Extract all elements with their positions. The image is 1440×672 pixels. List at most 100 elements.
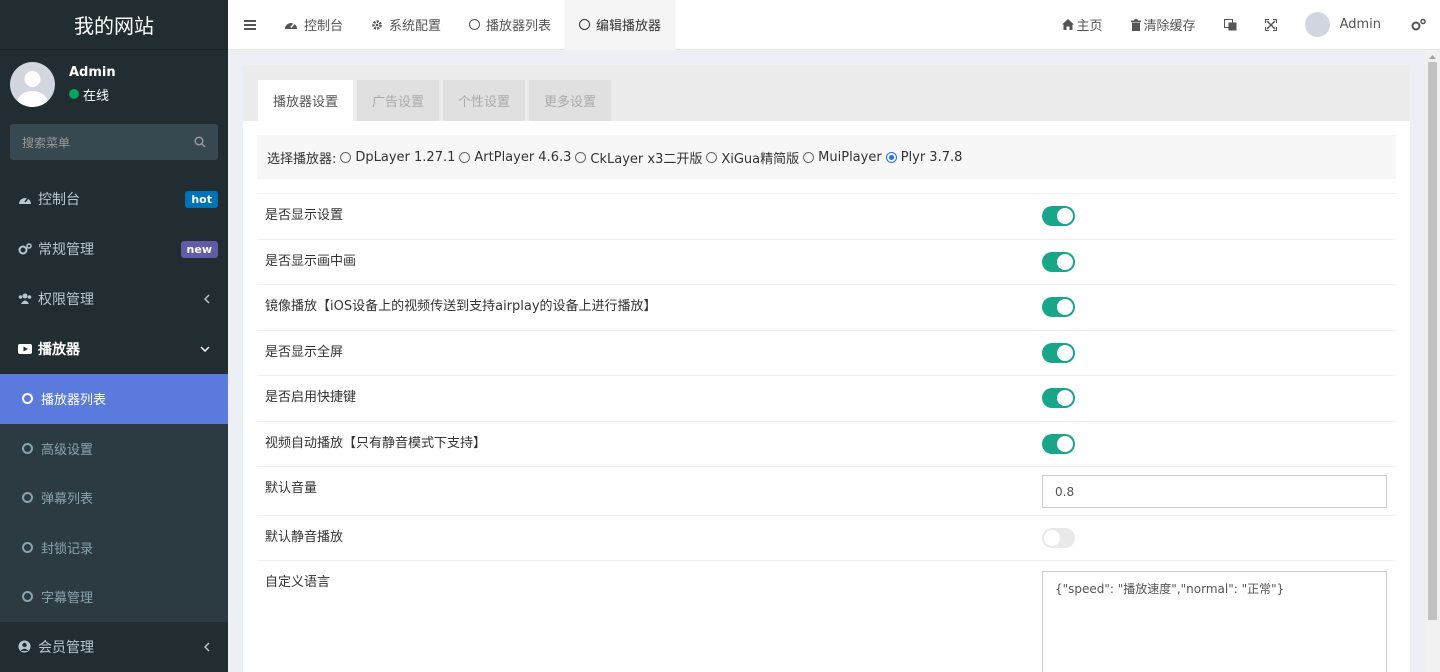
chevron-left-icon (204, 294, 210, 304)
scrollbar-thumb[interactable] (1428, 62, 1437, 620)
setting-row: 默认音量 0.8 (257, 466, 1396, 515)
home-icon (1061, 19, 1074, 30)
dashboard-icon (284, 19, 298, 30)
language-button[interactable] (1210, 0, 1251, 50)
setting-row: 是否显示画中画 (257, 239, 1396, 284)
youtube-play-icon (18, 344, 32, 354)
tab-player-list[interactable]: 播放器列表 (455, 0, 565, 50)
radio[interactable] (803, 151, 815, 163)
tab-system-config[interactable]: 系统配置 (357, 0, 455, 50)
gear-icon (371, 19, 383, 31)
language-icon[interactable] (1223, 18, 1237, 31)
setting-row: 镜像播放【iOS设备上的视频传送到支持airplay的设备上进行播放】 (257, 284, 1396, 330)
setting-label: 是否启用快捷键 (265, 390, 357, 405)
trash-icon (1130, 18, 1141, 31)
hamburger-icon[interactable] (244, 19, 256, 30)
player-option[interactable]: XiGua精简版 (706, 148, 799, 167)
tab-dashboard[interactable]: 控制台 (270, 0, 357, 50)
toggle-switch[interactable] (1042, 528, 1075, 548)
player-option[interactable]: DpLayer 1.27.1 (340, 150, 455, 165)
tab-player-settings[interactable]: 播放器设置 (258, 80, 354, 121)
tab-more-settings[interactable]: 更多设置 (529, 80, 612, 121)
setting-row: 是否显示全屏 (257, 330, 1396, 375)
menu-item-dashboard[interactable]: 控制台 hot (0, 174, 228, 224)
expand-icon[interactable] (1264, 18, 1277, 31)
tab-edit-player[interactable]: 编辑播放器 (565, 0, 676, 50)
menu-item-member[interactable]: 会员管理 (0, 622, 228, 672)
search-icon[interactable] (194, 136, 206, 148)
site-logo[interactable]: 我的网站 (0, 0, 228, 50)
setting-label: 默认静音播放 (265, 530, 344, 545)
cogs-icon (18, 243, 32, 255)
chevron-down-icon (200, 346, 210, 352)
setting-label: 镜像播放【iOS设备上的视频传送到支持airplay的设备上进行播放】 (265, 299, 657, 314)
user-status: 在线 (69, 85, 116, 104)
settings-form: 是否显示设置 是否显示画中画 镜像播放【iOS设备上的视频传送到支持airpla… (257, 193, 1396, 672)
control-sidebar-button[interactable] (1395, 0, 1440, 50)
radio[interactable] (340, 151, 352, 163)
submenu-block-log[interactable]: 封锁记录 (0, 523, 228, 573)
new-badge: new (180, 240, 218, 258)
player-option[interactable]: CkLayer x3二开版 (575, 148, 702, 167)
menu-item-player[interactable]: 播放器 (0, 324, 228, 374)
radio-checked[interactable] (885, 151, 897, 163)
setting-row: 是否启用快捷键 (257, 375, 1396, 421)
submenu-advanced[interactable]: 高级设置 (0, 424, 228, 474)
player-selector-label: 选择播放器: (267, 151, 337, 167)
menu-item-permission[interactable]: 权限管理 (0, 274, 228, 324)
circle-icon (22, 591, 33, 603)
search-input[interactable]: 搜索菜单 (10, 124, 218, 160)
cogs-icon[interactable] (1411, 18, 1426, 31)
player-option[interactable]: ArtPlayer 4.6.3 (459, 150, 571, 165)
sidebar-toggle[interactable] (228, 0, 270, 50)
menu-item-general[interactable]: 常规管理 new (0, 224, 228, 274)
topbar: 控制台 系统配置 播放器列表 编辑播放器 主页 清除缓存 Admin (228, 0, 1440, 50)
circle-icon (469, 19, 481, 30)
toggle-switch[interactable] (1042, 343, 1075, 363)
user-circle-icon (18, 640, 32, 653)
tab-ad-settings[interactable]: 广告设置 (357, 80, 440, 121)
radio[interactable] (706, 151, 718, 163)
circle-icon (22, 541, 33, 553)
chevron-left-icon (204, 641, 210, 652)
circle-icon (22, 393, 33, 405)
user-name: Admin (69, 64, 116, 80)
scroll-up-icon[interactable] (1425, 52, 1440, 62)
toggle-switch[interactable] (1042, 434, 1075, 454)
player-option-selected[interactable]: Plyr 3.7.8 (885, 150, 962, 165)
setting-label: 默认音量 (265, 481, 318, 496)
settings-tabs: 播放器设置 广告设置 个性设置 更多设置 (243, 65, 1410, 121)
volume-input[interactable]: 0.8 (1042, 475, 1387, 508)
user-menu[interactable]: Admin (1291, 0, 1395, 50)
sidebar: 我的网站 Admin 在线 搜索菜单 控制台 hot 常规管理 new 权限管理 (0, 0, 228, 672)
submenu-subtitle[interactable]: 字幕管理 (0, 572, 228, 622)
online-dot-icon (69, 89, 79, 99)
setting-label: 视频自动播放【只有静音模式下支持】 (265, 436, 487, 451)
submenu-danmaku[interactable]: 弹幕列表 (0, 473, 228, 523)
toggle-switch[interactable] (1042, 297, 1075, 317)
avatar (10, 61, 55, 107)
user-panel: Admin 在线 (0, 50, 228, 118)
clear-cache-button[interactable]: 清除缓存 (1117, 0, 1210, 50)
setting-row: 视频自动播放【只有静音模式下支持】 (257, 421, 1396, 466)
submenu-player-list[interactable]: 播放器列表 (0, 374, 228, 424)
fullscreen-button[interactable] (1251, 0, 1291, 50)
home-link[interactable]: 主页 (1048, 0, 1117, 50)
toggle-switch[interactable] (1042, 388, 1075, 408)
hot-badge: hot (185, 190, 218, 208)
radio[interactable] (459, 151, 471, 163)
tab-personal-settings[interactable]: 个性设置 (443, 80, 526, 121)
radio[interactable] (575, 151, 587, 163)
toggle-switch[interactable] (1042, 206, 1075, 226)
avatar (1304, 12, 1330, 37)
custom-language-textarea[interactable]: {"speed": "播放速度","normal": "正常"} (1042, 571, 1387, 672)
setting-row: 自定义语言 {"speed": "播放速度","normal": "正常"} (257, 560, 1396, 672)
search-placeholder: 搜索菜单 (22, 135, 71, 150)
setting-row: 是否显示设置 (257, 193, 1396, 239)
main-panel: 播放器设置 广告设置 个性设置 更多设置 选择播放器: DpLayer 1.27… (243, 65, 1410, 672)
setting-label: 是否显示画中画 (265, 254, 357, 269)
player-option[interactable]: MuiPlayer (803, 150, 882, 165)
toggle-switch[interactable] (1042, 252, 1075, 272)
setting-label: 自定义语言 (265, 575, 331, 590)
scrollbar[interactable] (1425, 50, 1440, 672)
